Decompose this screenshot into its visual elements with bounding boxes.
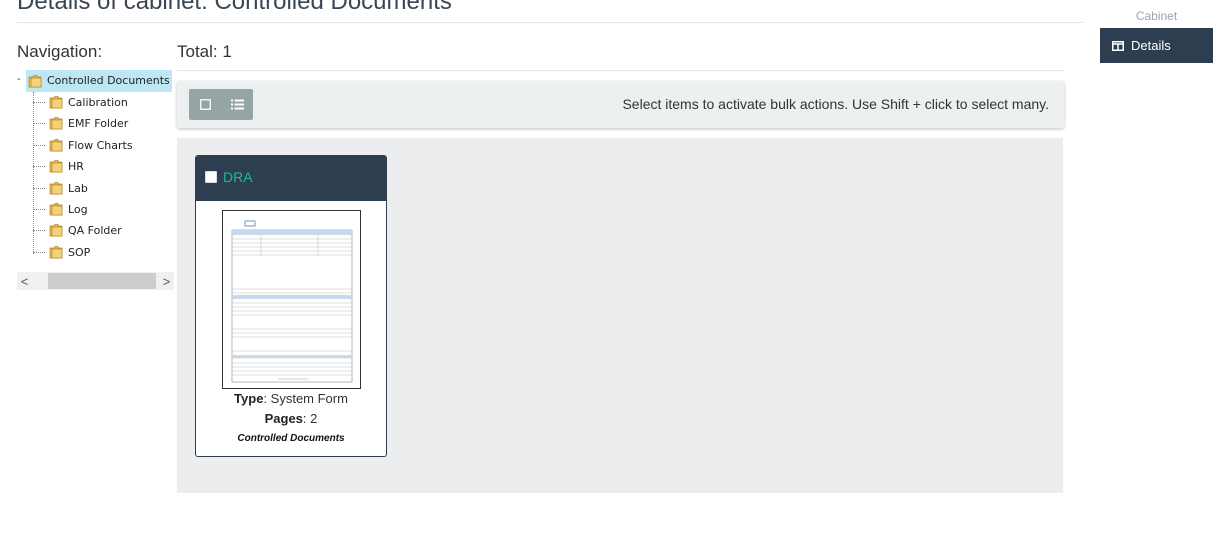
document-type: Type: System Form <box>234 391 348 406</box>
columns-icon <box>1112 40 1124 51</box>
document-preview-image <box>223 211 360 388</box>
folder-icon <box>49 246 63 259</box>
navigation-heading: Navigation: <box>17 42 103 61</box>
folder-icon <box>49 224 63 237</box>
folder-icon <box>49 139 63 152</box>
scrollbar-thumb[interactable] <box>48 273 156 289</box>
sidebar-item-details[interactable]: Details <box>1100 28 1213 63</box>
scroll-right-button[interactable]: > <box>159 272 174 290</box>
document-thumbnail[interactable] <box>222 210 361 389</box>
scroll-left-button[interactable]: < <box>17 272 32 290</box>
tree-node-label: Log <box>68 203 88 216</box>
list-view-button[interactable] <box>221 89 253 120</box>
document-title-link[interactable]: DRA <box>223 169 253 185</box>
tree-node-log[interactable]: Log <box>33 199 173 220</box>
cabinet-section-label: Cabinet <box>1135 9 1178 23</box>
tree-node-flow-charts[interactable]: Flow Charts <box>33 135 173 156</box>
document-card[interactable]: DRA Type: System Form Pages: 2 Controlle… <box>195 155 387 457</box>
tree-node-sop[interactable]: SOP <box>33 242 173 263</box>
page-title: Details of cabinet: Controlled Documents <box>17 0 452 15</box>
select-checkbox[interactable] <box>205 171 217 183</box>
tree-node-label: Lab <box>68 182 88 195</box>
tree-node-label: EMF Folder <box>68 117 129 130</box>
sidebar-item-details-label: Details <box>1131 38 1171 53</box>
folder-icon <box>49 182 63 195</box>
folder-icon <box>28 75 42 88</box>
tree-node-controlled-documents[interactable]: - Controlled Documents <box>17 70 174 92</box>
title-divider <box>17 22 1084 23</box>
tree-horizontal-scrollbar[interactable]: < > <box>17 272 174 290</box>
tree-node-label: SOP <box>68 246 91 259</box>
tree-node-hr[interactable]: HR <box>33 156 173 177</box>
document-cabinet-link[interactable]: Controlled Documents <box>196 433 386 444</box>
folder-icon <box>49 160 63 173</box>
tree-node-lab[interactable]: Lab <box>33 178 173 199</box>
tree-node-label: Controlled Documents <box>47 74 170 87</box>
tree-node-label: QA Folder <box>68 224 122 237</box>
tree-expander[interactable]: - <box>17 74 21 85</box>
document-card-header: DRA <box>196 156 386 201</box>
square-icon <box>199 99 211 110</box>
tree-node-label: Calibration <box>68 96 128 109</box>
view-mode-toggle <box>189 89 253 120</box>
tree-node-label: Flow Charts <box>68 139 133 152</box>
folder-icon <box>49 117 63 130</box>
tree-node-calibration[interactable]: Calibration <box>33 92 173 113</box>
tree-node-qa-folder[interactable]: QA Folder <box>33 220 173 241</box>
document-pages: Pages: 2 <box>264 411 318 426</box>
tree-node-label: HR <box>68 160 84 173</box>
tree-node-emf-folder[interactable]: EMF Folder <box>33 113 173 134</box>
bulk-actions-hint: Select items to activate bulk actions. U… <box>622 96 1049 112</box>
total-count: Total: 1 <box>177 42 232 61</box>
cabinet-sidebar: Cabinet Details <box>1100 0 1213 63</box>
folder-icon <box>49 203 63 216</box>
list-icon <box>230 99 244 110</box>
bulk-actions-toolbar: Select items to activate bulk actions. U… <box>177 81 1064 128</box>
folder-icon <box>49 96 63 109</box>
grid-view-button[interactable] <box>189 89 221 120</box>
